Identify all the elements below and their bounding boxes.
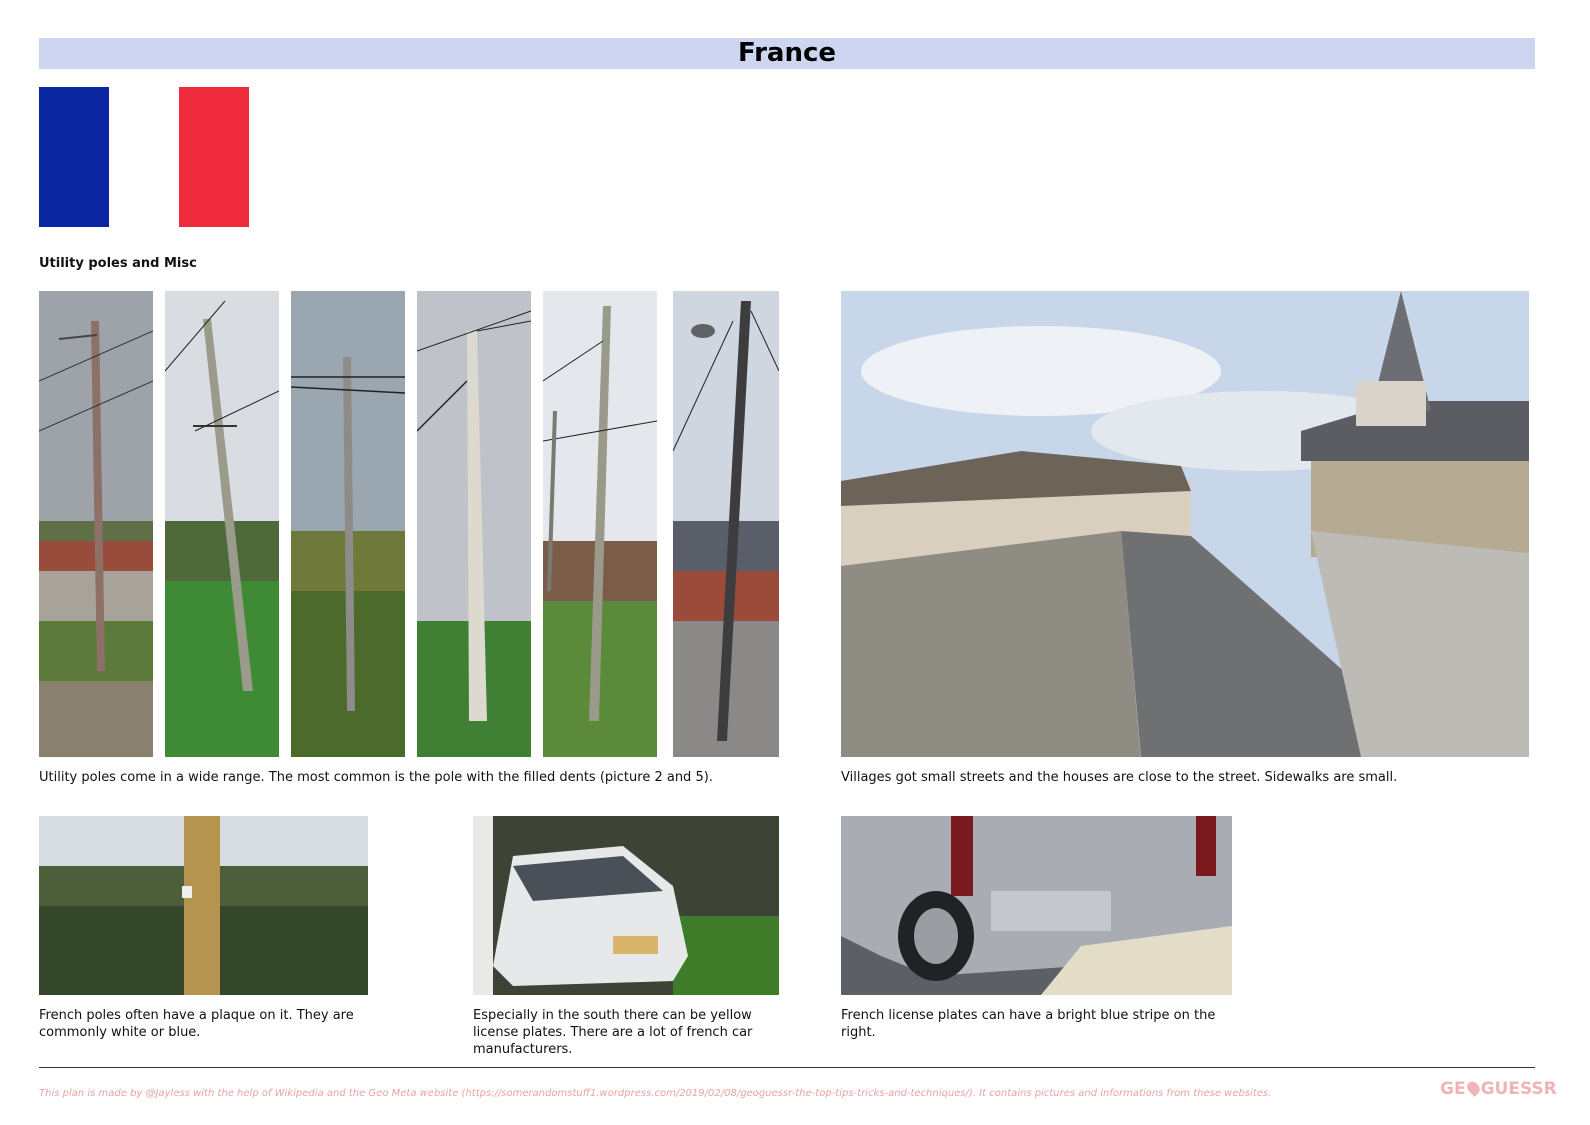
plaque-pole-photo — [39, 816, 368, 995]
caption-blue-stripe: French license plates can have a bright … — [841, 1008, 1216, 1040]
page-title: France — [737, 38, 837, 68]
footer-credits: This plan is made by @Jayless with the h… — [39, 1088, 1272, 1099]
pole-photo-6 — [673, 291, 779, 757]
yellow-plate-car-photo — [473, 816, 779, 995]
caption-poles: Utility poles come in a wide range. The … — [39, 770, 713, 785]
caption-plaque: French poles often have a plaque on it. … — [39, 1008, 354, 1040]
village-street-photo — [841, 291, 1529, 757]
blue-stripe-van-photo — [841, 816, 1232, 995]
map-pin-icon — [1464, 1079, 1482, 1097]
france-flag — [39, 87, 249, 227]
footer-divider — [39, 1067, 1535, 1068]
pole-photo-4 — [417, 291, 531, 757]
pole-photo-2 — [165, 291, 279, 757]
geoguessr-logo: GE GUESSR — [1440, 1079, 1557, 1099]
flag-stripe-blue — [39, 87, 109, 227]
caption-village: Villages got small streets and the house… — [841, 770, 1398, 785]
pole-photo-1 — [39, 291, 153, 757]
logo-text-right: GUESSR — [1480, 1079, 1557, 1099]
flag-stripe-red — [179, 87, 249, 227]
pole-photo-3 — [291, 291, 405, 757]
logo-text-left: GE — [1440, 1079, 1466, 1099]
section-heading: Utility poles and Misc — [39, 256, 197, 271]
pole-photo-5 — [543, 291, 657, 757]
flag-stripe-white — [109, 87, 179, 227]
title-bar: France — [39, 38, 1535, 69]
caption-yellow-plates: Especially in the south there can be yel… — [473, 1008, 753, 1057]
